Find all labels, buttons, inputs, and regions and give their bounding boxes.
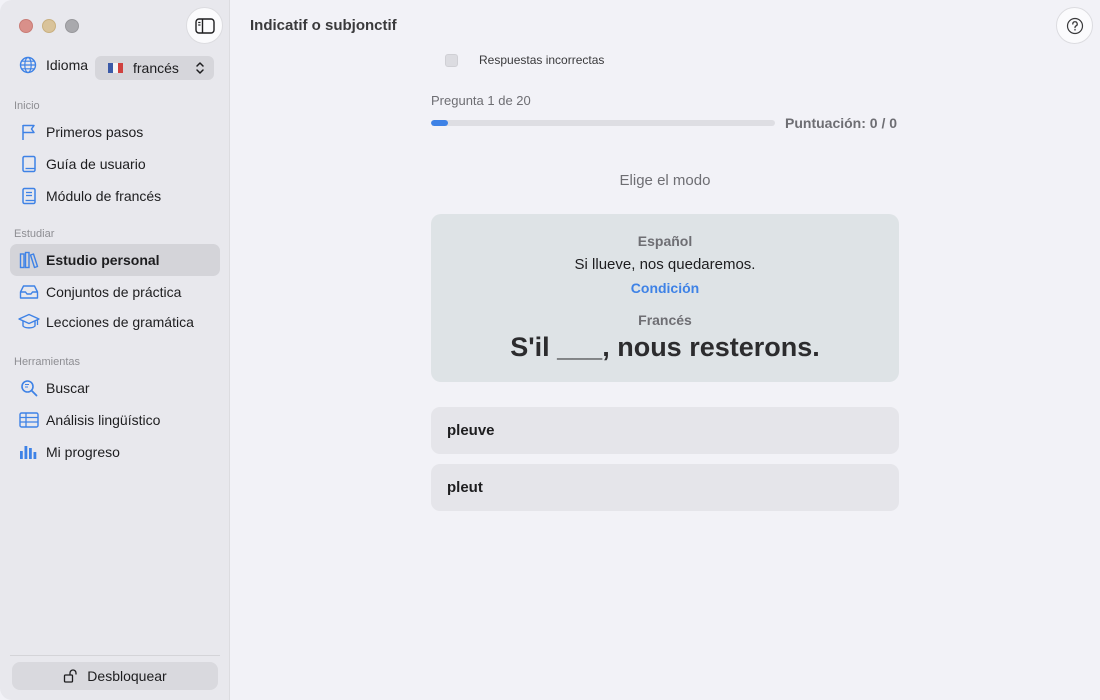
sidebar-item-label: Primeros pasos <box>46 124 144 140</box>
graduation-cap-icon <box>18 312 40 332</box>
answer-option[interactable]: pleut <box>431 464 899 511</box>
sidebar-item-mi-progreso[interactable]: Mi progreso <box>10 436 220 468</box>
sidebar-item-label: Estudio personal <box>46 252 160 268</box>
sidebar-item-buscar[interactable]: Buscar <box>10 372 220 404</box>
sidebar-item-lecciones-gramatica[interactable]: Lecciones de gramática <box>10 306 220 338</box>
choose-mode-label: Elige el modo <box>619 172 711 189</box>
book-icon <box>18 154 40 174</box>
question-card: Español Si llueve, nos quedaremos. Condi… <box>431 214 899 382</box>
hint-label: Condición <box>630 280 700 296</box>
sidebar-item-analisis-linguistico[interactable]: Análisis lingüístico <box>10 404 220 436</box>
language-label: Idioma <box>46 57 89 73</box>
progress-bar <box>431 120 775 126</box>
app-window: Idioma francés Inicio Primeros pasos Guí… <box>0 0 1100 700</box>
sidebar-item-label: Guía de usuario <box>46 156 146 172</box>
progress-bar-fill <box>431 120 449 126</box>
sidebar: Idioma francés Inicio Primeros pasos Guí… <box>0 0 230 700</box>
search-icon <box>18 378 40 398</box>
section-title-inicio: Inicio <box>14 100 40 112</box>
globe-icon <box>19 56 37 74</box>
sidebar-item-label: Mi progreso <box>46 444 120 460</box>
up-down-chevron-icon <box>196 62 204 74</box>
language-select-value: francés <box>133 60 179 76</box>
page-title: Indicatif o subjonctif <box>250 17 397 34</box>
sidebar-item-label: Análisis lingüístico <box>46 412 161 428</box>
table-icon <box>18 410 40 430</box>
answer-option[interactable]: pleuve <box>431 407 899 454</box>
unlock-button[interactable]: Desbloquear <box>12 662 218 690</box>
incorrect-answers-label: Respuestas incorrectas <box>479 53 605 67</box>
unlock-icon <box>63 669 79 683</box>
help-button[interactable] <box>1056 7 1093 44</box>
section-title-herramientas: Herramientas <box>14 356 81 368</box>
help-icon <box>1066 17 1083 34</box>
sidebar-item-label: Conjuntos de práctica <box>46 284 182 300</box>
incorrect-answers-checkbox[interactable] <box>445 53 458 67</box>
close-window-button[interactable] <box>19 19 33 33</box>
france-flag-icon <box>108 63 123 73</box>
module-book-icon <box>18 186 40 206</box>
sidebar-toggle-icon <box>194 17 215 34</box>
question-progress-label: Pregunta 1 de 20 <box>431 93 531 108</box>
flag-icon <box>18 122 40 142</box>
sidebar-toggle-button[interactable] <box>186 7 223 44</box>
sidebar-item-conjuntos-practica[interactable]: Conjuntos de práctica <box>10 276 220 308</box>
main-content: Indicatif o subjonctif Respuestas incorr… <box>230 0 1100 700</box>
source-language-label: Español <box>637 233 693 249</box>
sidebar-item-guia-de-usuario[interactable]: Guía de usuario <box>10 148 220 180</box>
sidebar-item-primeros-pasos[interactable]: Primeros pasos <box>10 116 220 148</box>
sidebar-item-label: Lecciones de gramática <box>46 314 194 330</box>
score-label: Puntuación: 0 / 0 <box>785 115 898 131</box>
unlock-label: Desbloquear <box>87 668 167 684</box>
library-icon <box>18 250 40 270</box>
source-sentence: Si llueve, nos quedaremos. <box>574 256 756 273</box>
window-controls <box>19 19 79 33</box>
sidebar-item-modulo-frances[interactable]: Módulo de francés <box>10 180 220 212</box>
sidebar-item-estudio-personal[interactable]: Estudio personal <box>10 244 220 276</box>
zoom-window-button[interactable] <box>65 19 79 33</box>
language-select[interactable]: francés <box>95 56 214 80</box>
target-language-label: Francés <box>638 312 692 328</box>
incorrect-answers-toggle[interactable]: Respuestas incorrectas <box>445 53 604 67</box>
sidebar-item-label: Módulo de francés <box>46 188 162 204</box>
minimize-window-button[interactable] <box>42 19 56 33</box>
bar-chart-icon <box>18 442 40 462</box>
target-sentence: S'il ___, nous resterons. <box>510 332 820 362</box>
section-title-estudiar: Estudiar <box>14 228 55 240</box>
sidebar-divider <box>10 655 220 656</box>
language-row: Idioma <box>19 56 88 74</box>
tray-icon <box>18 282 40 302</box>
sidebar-item-label: Buscar <box>46 380 90 396</box>
